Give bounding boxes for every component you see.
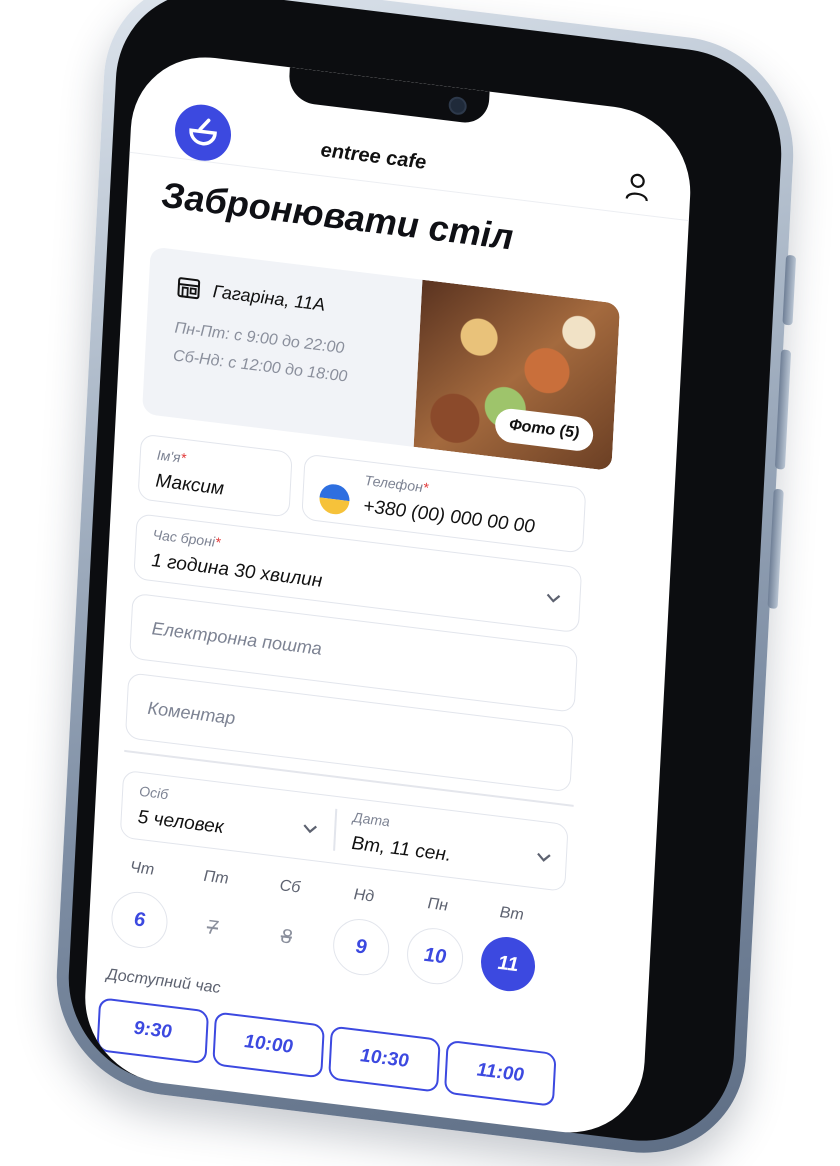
day-item: Пт 7: [184, 866, 244, 958]
day-item[interactable]: Чт 6: [110, 857, 171, 952]
available-time-label: Доступний час: [106, 966, 221, 997]
phone-screen: entree cafe Забронювати стіл Гагаріна, 1…: [81, 48, 695, 1142]
photo-gallery-button[interactable]: Фото (5): [494, 406, 594, 453]
comment-placeholder: Коментар: [147, 697, 236, 729]
name-field[interactable]: Ім'я* Максим: [137, 433, 293, 518]
day-item-selected[interactable]: Вт 11: [479, 902, 540, 995]
user-icon[interactable]: [624, 170, 652, 203]
time-slot-button[interactable]: 11:00: [443, 1039, 557, 1107]
day-name: Пт: [203, 867, 229, 888]
day-item[interactable]: Нд 9: [331, 884, 393, 979]
booking-time-value: 1 година 30 хвилин: [150, 550, 323, 592]
day-name: Сб: [279, 877, 301, 897]
day-item[interactable]: Пн 10: [405, 893, 467, 988]
store-icon: [177, 277, 201, 300]
email-placeholder: Електронна пошта: [151, 618, 323, 659]
volume-down-button: [767, 488, 784, 610]
location-title: Гагаріна, 11A: [176, 276, 326, 316]
day-number[interactable]: 11: [479, 933, 537, 995]
day-name: Чт: [129, 858, 155, 879]
chevron-down-icon: [546, 593, 561, 603]
entree-logo-icon[interactable]: [173, 101, 233, 164]
date-label: Дата: [352, 808, 391, 830]
day-name: Нд: [353, 886, 375, 906]
camera-icon: [448, 95, 468, 116]
app-screen: entree cafe Забронювати стіл Гагаріна, 1…: [81, 48, 695, 1142]
day-item: Сб 8: [258, 875, 318, 967]
location-address: Гагаріна, 11A: [212, 280, 326, 315]
name-label: Ім'я*: [156, 446, 187, 467]
restaurant-photo[interactable]: Фото (5): [413, 279, 621, 472]
booking-time-label: Час броні*: [152, 526, 221, 551]
guests-value: 5 человек: [137, 806, 225, 839]
time-slot-button[interactable]: 10:30: [328, 1025, 441, 1093]
day-number: 7: [206, 915, 219, 940]
date-value: Вт, 11 сен.: [351, 832, 452, 866]
chevron-down-icon: [537, 852, 551, 862]
time-slot-button[interactable]: 9:30: [96, 997, 210, 1065]
chevron-down-icon: [303, 824, 317, 834]
name-value: Максим: [154, 470, 225, 500]
day-number[interactable]: 10: [405, 924, 465, 988]
day-number: 8: [280, 924, 293, 949]
day-number[interactable]: 9: [331, 915, 391, 979]
day-name: Вт: [499, 904, 525, 924]
guests-select[interactable]: Осіб 5 человек: [121, 771, 334, 862]
phone-value: +380 (00) 000 00 00: [362, 495, 536, 538]
volume-up-button: [774, 349, 792, 470]
date-select[interactable]: Дата Вт, 11 сен.: [334, 797, 567, 891]
guests-label: Осіб: [138, 782, 169, 803]
location-card: Гагаріна, 11A Пн-Пт: с 9:00 до 22:00 Сб-…: [141, 246, 621, 472]
time-slot-button[interactable]: 10:00: [212, 1011, 325, 1079]
guests-date-group: Осіб 5 человек Дата Вт, 11 сен.: [119, 769, 569, 892]
brand-name: entree cafe: [320, 139, 427, 174]
phone-label: Телефон*: [364, 471, 429, 496]
mute-switch: [782, 254, 797, 326]
ukraine-flag-icon[interactable]: [318, 482, 351, 517]
day-name: Пн: [427, 895, 449, 915]
day-number[interactable]: 6: [110, 888, 169, 952]
